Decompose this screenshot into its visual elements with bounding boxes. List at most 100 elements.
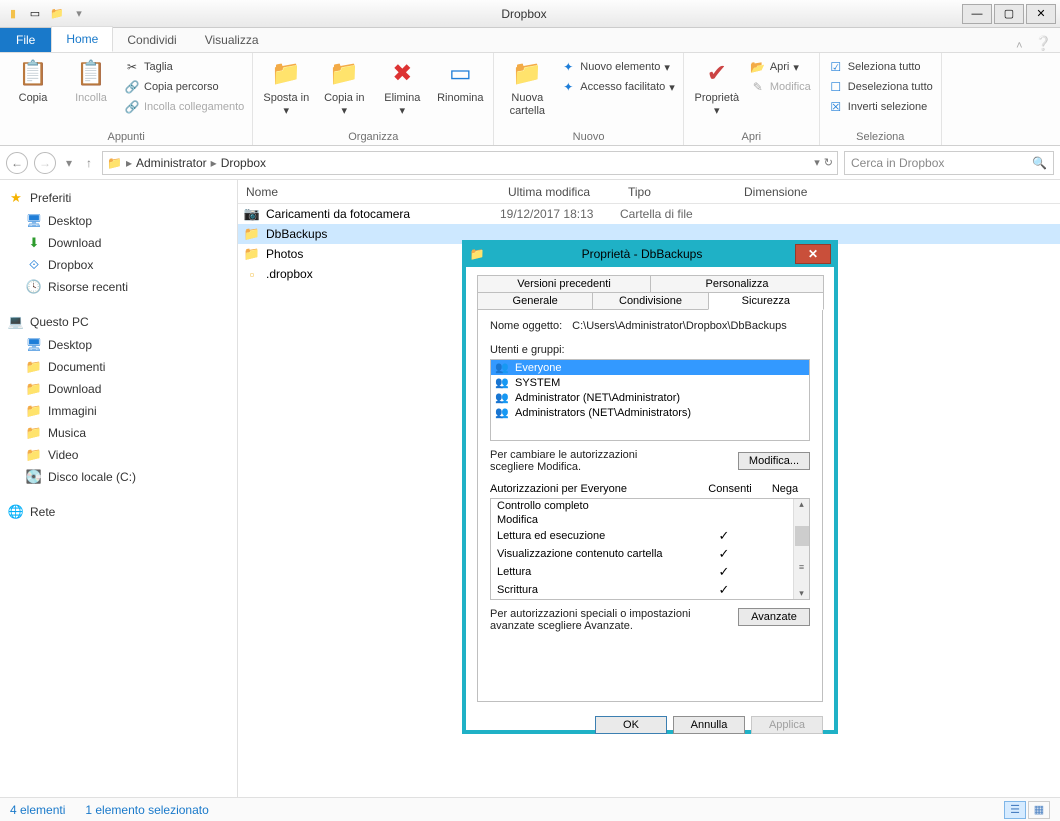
tab-customise[interactable]: Personalizza	[650, 275, 824, 293]
advanced-button[interactable]: Avanzate	[738, 608, 810, 626]
sidebar-item-documents[interactable]: 📁Documenti	[0, 356, 237, 378]
close-button[interactable]: ✕	[1026, 4, 1056, 24]
perm-scrollbar[interactable]: ▴ ≡ ▾	[793, 499, 809, 599]
address-bar[interactable]: 📁 ▸ Administrator ▸ Dropbox ▾ ↻	[102, 151, 838, 175]
cancel-button[interactable]: Annulla	[673, 716, 745, 734]
maximize-button[interactable]: ▢	[994, 4, 1024, 24]
sidebar-network[interactable]: 🌐Rete	[0, 500, 237, 524]
status-bar: 4 elementi 1 elemento selezionato ☰ ▦	[0, 797, 1060, 821]
tab-previous-versions[interactable]: Versioni precedenti	[477, 275, 651, 293]
tab-file[interactable]: File	[0, 28, 51, 52]
breadcrumb-admin[interactable]: Administrator	[136, 156, 207, 170]
copy-button[interactable]: 📋Copia	[6, 56, 60, 130]
edit-button[interactable]: ✎Modifica	[748, 78, 813, 96]
invert-selection-button[interactable]: ☒Inverti selezione	[826, 98, 935, 116]
delete-button[interactable]: ✖Elimina ▾	[375, 56, 429, 130]
open-button[interactable]: 📂Apri ▾	[748, 58, 813, 76]
file-row[interactable]: 📷Caricamenti da fotocamera19/12/2017 18:…	[238, 204, 1060, 224]
sidebar-item-pc-desktop[interactable]: 🖥Desktop	[0, 334, 237, 356]
breadcrumb-sep: ▸	[211, 156, 217, 170]
tab-security[interactable]: Sicurezza	[708, 292, 824, 310]
modify-button[interactable]: Modifica...	[738, 452, 810, 470]
dialog-close-button[interactable]: ✕	[795, 244, 831, 264]
user-row[interactable]: 👥Everyone	[491, 360, 809, 375]
change-perm-hint: Per cambiare le autorizzazioni scegliere…	[490, 449, 680, 473]
refresh-icon[interactable]: ↻	[824, 156, 833, 169]
easy-access-button[interactable]: ✦Accesso facilitato ▾	[558, 78, 677, 96]
deselect-all-button[interactable]: ☐Deseleziona tutto	[826, 78, 935, 96]
sidebar-item-images[interactable]: 📁Immagini	[0, 400, 237, 422]
breadcrumb-dropbox[interactable]: Dropbox	[221, 156, 266, 170]
qat-dropdown-icon[interactable]: ▾	[70, 5, 88, 23]
view-details-button[interactable]: ☰	[1004, 801, 1026, 819]
user-row[interactable]: 👥Administrator (NET\Administrator)	[491, 390, 809, 405]
ribbon-tabs: File Home Condividi Visualizza ˄ ❔	[0, 28, 1060, 53]
view-icons-button[interactable]: ▦	[1028, 801, 1050, 819]
properties-dialog: 📁 Proprietà - DbBackups ✕ Versioni prece…	[462, 240, 838, 734]
move-to-button[interactable]: 📁Sposta in ▾	[259, 56, 313, 130]
copy-to-button[interactable]: 📁Copia in ▾	[317, 56, 371, 130]
sidebar-favorites[interactable]: ★Preferiti	[0, 186, 237, 210]
breadcrumb-sep: ▸	[126, 156, 132, 170]
help-icon[interactable]: ❔	[1027, 35, 1060, 52]
perm-header: Autorizzazioni per Everyone	[490, 483, 700, 495]
tab-share[interactable]: Condividi	[113, 28, 190, 52]
forward-button[interactable]: →	[34, 152, 56, 174]
search-box[interactable]: Cerca in Dropbox 🔍	[844, 151, 1054, 175]
sidebar-item-dropbox[interactable]: ⟐Dropbox	[0, 254, 237, 276]
tab-sharing[interactable]: Condivisione	[592, 292, 708, 310]
scroll-up-icon[interactable]: ▴	[799, 499, 804, 510]
sidebar-item-download[interactable]: ⬇Download	[0, 232, 237, 254]
scroll-thumb[interactable]	[795, 526, 809, 546]
qat-newfolder-icon[interactable]: 📁	[48, 5, 66, 23]
sidebar-item-music[interactable]: 📁Musica	[0, 422, 237, 444]
permission-row: Visualizzazione contenuto cartella✓	[491, 545, 793, 563]
window-title: Dropbox	[88, 7, 960, 21]
users-list[interactable]: 👥Everyone👥SYSTEM👥Administrator (NET\Admi…	[490, 359, 810, 441]
address-dropdown-icon[interactable]: ▾	[814, 156, 820, 169]
new-folder-button[interactable]: 📁Nuova cartella	[500, 56, 554, 130]
copy-path-button[interactable]: 🔗Copia percorso	[122, 78, 246, 96]
app-icon: ▮	[4, 5, 22, 23]
sidebar-item-disk-c[interactable]: 💽Disco locale (C:)	[0, 466, 237, 488]
col-name[interactable]: Nome	[238, 185, 500, 199]
minimize-button[interactable]: —	[962, 4, 992, 24]
properties-button[interactable]: ✔Proprietà ▾	[690, 56, 744, 130]
tab-view[interactable]: Visualizza	[191, 28, 273, 52]
sidebar-item-video[interactable]: 📁Video	[0, 444, 237, 466]
security-panel: Nome oggetto: C:\Users\Administrator\Dro…	[477, 310, 823, 702]
perm-deny-header: Nega	[760, 483, 810, 495]
ok-button[interactable]: OK	[595, 716, 667, 734]
cut-button[interactable]: ✂Taglia	[122, 58, 246, 76]
user-row[interactable]: 👥SYSTEM	[491, 375, 809, 390]
back-button[interactable]: ←	[6, 152, 28, 174]
search-icon: 🔍	[1032, 156, 1047, 170]
dialog-titlebar[interactable]: 📁 Proprietà - DbBackups ✕	[463, 241, 837, 267]
new-item-button[interactable]: ✦Nuovo elemento ▾	[558, 58, 677, 76]
paste-shortcut-button[interactable]: 🔗Incolla collegamento	[122, 98, 246, 116]
tab-general[interactable]: Generale	[477, 292, 593, 310]
window-titlebar: ▮ ▭ 📁 ▾ Dropbox — ▢ ✕	[0, 0, 1060, 28]
paste-button[interactable]: 📋Incolla	[64, 56, 118, 130]
ribbon-collapse-icon[interactable]: ˄	[1012, 40, 1026, 52]
sidebar-thispc[interactable]: 💻Questo PC	[0, 310, 237, 334]
up-button[interactable]: ↑	[82, 156, 96, 170]
rename-button[interactable]: ▭Rinomina	[433, 56, 487, 130]
tab-home[interactable]: Home	[51, 26, 113, 52]
user-row[interactable]: 👥Administrators (NET\Administrators)	[491, 405, 809, 420]
select-all-button[interactable]: ☑Seleziona tutto	[826, 58, 935, 76]
col-date[interactable]: Ultima modifica	[500, 185, 620, 199]
scroll-down-icon[interactable]: ▾	[799, 588, 804, 599]
sidebar-item-pc-download[interactable]: 📁Download	[0, 378, 237, 400]
nav-sidebar: ★Preferiti 🖥Desktop ⬇Download ⟐Dropbox 🕓…	[0, 180, 238, 797]
col-size[interactable]: Dimensione	[736, 185, 816, 199]
ribbon: 📋Copia 📋Incolla ✂Taglia 🔗Copia percorso …	[0, 53, 1060, 146]
recent-locations-button[interactable]: ▾	[62, 156, 76, 170]
sidebar-item-desktop[interactable]: 🖥Desktop	[0, 210, 237, 232]
apply-button[interactable]: Applica	[751, 716, 823, 734]
sidebar-item-recent[interactable]: 🕓Risorse recenti	[0, 276, 237, 298]
permission-row: Lettura ed esecuzione✓	[491, 527, 793, 545]
col-type[interactable]: Tipo	[620, 185, 736, 199]
nav-bar: ← → ▾ ↑ 📁 ▸ Administrator ▸ Dropbox ▾ ↻ …	[0, 146, 1060, 180]
qat-properties-icon[interactable]: ▭	[26, 5, 44, 23]
